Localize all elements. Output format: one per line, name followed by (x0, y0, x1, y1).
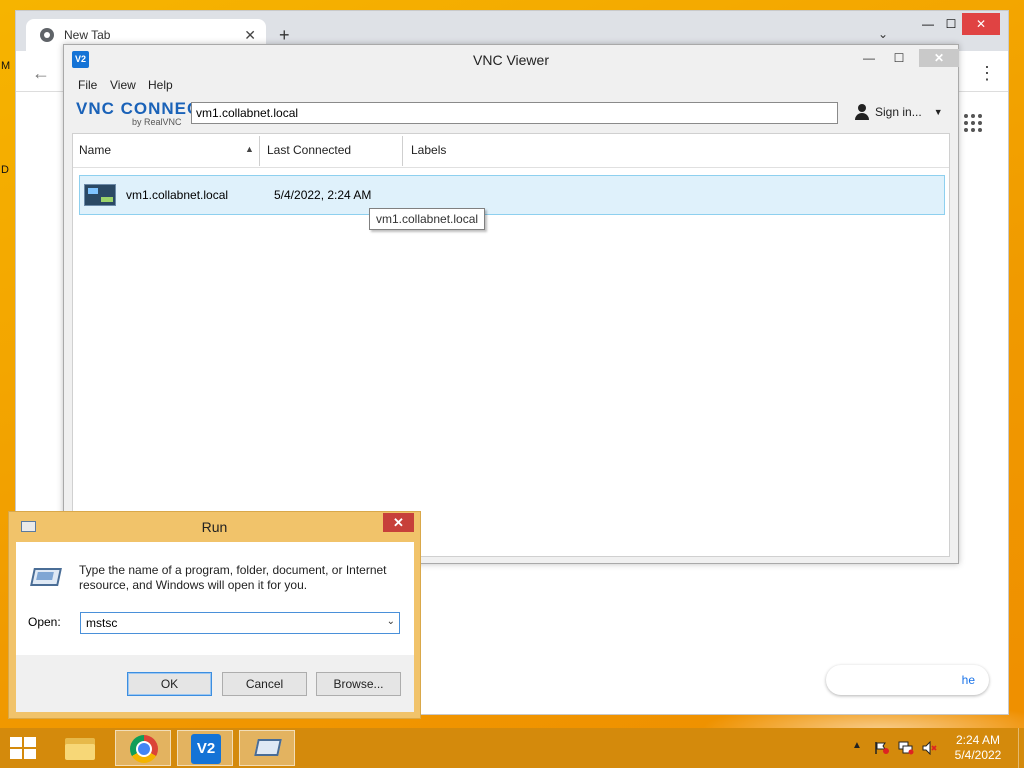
clock-date: 5/4/2022 (954, 748, 1002, 762)
row-tooltip: vm1.collabnet.local (369, 208, 486, 230)
column-divider[interactable] (402, 136, 403, 166)
taskbar-file-explorer[interactable] (52, 730, 108, 766)
vnc-viewer-window: V2 VNC Viewer — ☐ ✕ File View Help VNC C… (63, 44, 959, 564)
run-dialog-body: Type the name of a program, folder, docu… (16, 542, 414, 655)
taskbar-clock[interactable]: 2:24 AM 5/4/2022 (948, 733, 1008, 763)
vnc-address-book-list: Name ▲ Last Connected Labels vm1.collabn… (72, 133, 950, 557)
chrome-new-tab-button[interactable]: + (279, 25, 290, 46)
vnc-menu-view[interactable]: View (110, 78, 136, 92)
vnc-toolbar: VNC CONNECT by RealVNC Sign in... ▼ (64, 95, 958, 133)
column-header-labels[interactable]: Labels (405, 134, 605, 167)
google-apps-grid-icon[interactable] (964, 114, 982, 132)
run-dialog-title: Run (201, 519, 228, 535)
customize-chrome-label: he (961, 673, 975, 687)
show-desktop-button[interactable] (1018, 728, 1024, 768)
vnc-title-bar[interactable]: V2 VNC Viewer — ☐ ✕ (64, 45, 959, 75)
ok-button[interactable]: OK (127, 672, 212, 696)
desktop-edge-letter-m: M (1, 60, 11, 72)
cancel-button[interactable]: Cancel (222, 672, 307, 696)
run-program-icon (30, 566, 62, 590)
column-header-name-label: Name (79, 143, 112, 157)
tray-overflow-chevron-icon[interactable]: ▲ (852, 740, 862, 751)
taskbar-chrome[interactable] (115, 730, 171, 766)
start-button-windows-icon[interactable] (10, 737, 38, 761)
sign-in-dropdown-icon: ▼ (933, 107, 943, 117)
run-close-button[interactable]: ✕ (383, 513, 414, 532)
volume-muted-icon[interactable] (922, 740, 937, 756)
vnc-list-header: Name ▲ Last Connected Labels (73, 134, 949, 168)
vnc-maximize-button[interactable]: ☐ (884, 49, 914, 67)
network-icon[interactable] (898, 741, 914, 755)
chrome-tab-close-icon[interactable]: ✕ (244, 27, 256, 44)
action-center-flag-icon[interactable] (874, 741, 889, 754)
row-name: vm1.collabnet.local (126, 188, 229, 202)
taskbar: V2 ▲ 2:24 AM 5/4/2022 (0, 728, 1024, 768)
chrome-tab-search-chevron-icon[interactable]: ⌄ (878, 27, 888, 41)
taskbar-run[interactable] (239, 730, 295, 766)
folder-icon (65, 736, 95, 760)
run-icon (254, 739, 282, 759)
chrome-back-arrow-icon[interactable]: ← (32, 63, 50, 84)
column-header-name[interactable]: Name (73, 134, 259, 167)
column-header-last-connected-label: Last Connected (267, 143, 352, 157)
chrome-close-button[interactable]: ✕ (962, 13, 1000, 35)
vnc-window-title: VNC Viewer (473, 52, 549, 68)
vnc-desktop-thumbnail-icon (84, 184, 116, 206)
user-avatar-icon (854, 104, 870, 120)
vnc-logo-sub: by RealVNC (132, 117, 182, 127)
desktop-edge-letter-d: D (1, 164, 9, 176)
run-dialog-footer: OK Cancel Browse... (16, 655, 414, 712)
browse-button[interactable]: Browse... (316, 672, 401, 696)
column-header-labels-label: Labels (411, 143, 447, 157)
column-divider[interactable] (259, 136, 260, 166)
vnc-sign-in-button[interactable]: Sign in... ▼ (854, 104, 943, 120)
vnc-viewer-icon: V2 (191, 734, 221, 764)
vnc-menu-bar: File View Help (64, 75, 958, 95)
chrome-kebab-menu-icon[interactable]: ⋮ (978, 63, 996, 84)
vnc-menu-file[interactable]: File (78, 78, 97, 92)
column-header-last-connected[interactable]: Last Connected (261, 134, 401, 167)
vnc-menu-help[interactable]: Help (148, 78, 173, 92)
run-description: Type the name of a program, folder, docu… (79, 563, 387, 592)
chrome-favicon-icon (40, 28, 54, 42)
chrome-tab-label: New Tab (64, 28, 111, 42)
vnc-close-button[interactable]: ✕ (919, 49, 959, 67)
chrome-icon (130, 735, 158, 763)
clock-time: 2:24 AM (955, 733, 1001, 747)
run-open-combobox[interactable]: ⌄ (80, 612, 400, 634)
customize-chrome-button[interactable]: he (826, 665, 989, 695)
run-dialog: Run ✕ Type the name of a program, folder… (8, 511, 421, 719)
row-last-connected: 5/4/2022, 2:24 AM (274, 188, 372, 202)
run-open-label: Open: (28, 615, 61, 629)
run-open-input[interactable] (81, 613, 381, 633)
vnc-address-input[interactable] (191, 102, 838, 124)
vnc-minimize-button[interactable]: — (854, 49, 884, 67)
vnc-sign-in-label: Sign in... (875, 105, 922, 119)
sort-ascending-icon: ▲ (245, 144, 254, 154)
chevron-down-icon[interactable]: ⌄ (387, 616, 395, 627)
table-row[interactable]: vm1.collabnet.local 5/4/2022, 2:24 AM (79, 175, 945, 215)
taskbar-vnc-viewer[interactable]: V2 (177, 730, 233, 766)
